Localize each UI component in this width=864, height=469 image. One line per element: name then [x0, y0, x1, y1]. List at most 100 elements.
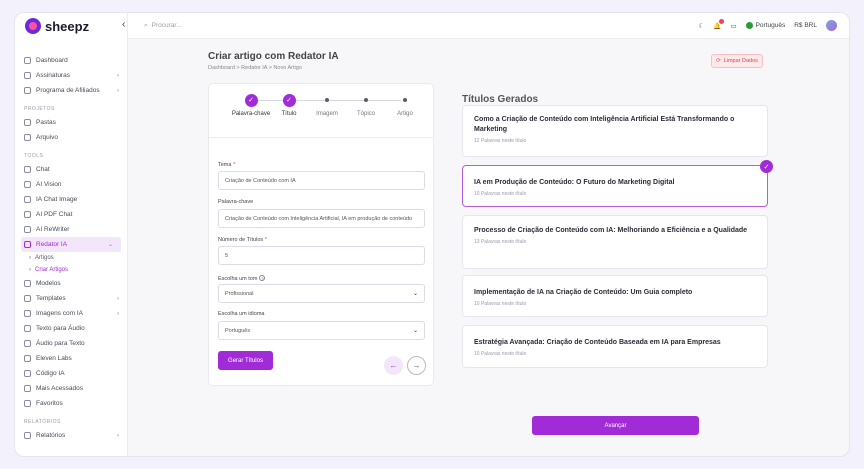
sidebar-item-ai-pdf-chat[interactable]: AI PDF Chat	[15, 207, 127, 222]
sidebar-item-eleven-labs[interactable]: Eleven Labs	[15, 351, 127, 366]
sidebar-item-ia-chat-image[interactable]: IA Chat Image	[15, 192, 127, 207]
sidebar-subitem-criar-artigos[interactable]: › Criar Artigos	[15, 264, 127, 276]
search-icon: ⌕	[144, 21, 148, 29]
numero-titulos-label: Número de Títulos *	[218, 237, 267, 243]
breadcrumb[interactable]: Dashboard > Redator IA > Novo Artigo	[208, 65, 302, 71]
section-tools: TOOLS	[24, 153, 44, 159]
step-topico[interactable]: Tópico	[346, 93, 386, 118]
transcribe-icon	[24, 340, 31, 347]
palavra-chave-label: Palavra-chave	[218, 199, 254, 205]
chevron-down-icon: ⌄	[412, 291, 418, 297]
clear-data-label: Limpar Dados	[723, 58, 758, 64]
notifications-button[interactable]: 🔔	[713, 18, 725, 30]
help-icon[interactable]: ?	[259, 275, 266, 281]
sidebar-item-ai-rewriter[interactable]: AI ReWriter	[15, 222, 127, 237]
title-option-3[interactable]: Processo de Criação de Conteúdo com IA: …	[462, 215, 768, 269]
bell-icon: 🔔	[713, 22, 722, 30]
sidebar-item-label: AI Vision	[36, 181, 62, 188]
sidebar-item-chat[interactable]: Chat	[15, 162, 127, 177]
pdf-icon	[24, 211, 31, 218]
sidebar-item-favoritos[interactable]: Favoritos	[15, 396, 127, 411]
sidebar-subitem-label: Artigos	[35, 255, 54, 261]
language-label: Português	[755, 22, 786, 30]
title-option-2[interactable]: ✓ IA em Produção de Conteúdo: O Futuro d…	[462, 160, 773, 207]
stepper: ✓ Palavra-chave ✓ Título Imagem Tópico A…	[209, 84, 433, 138]
step-titulo[interactable]: ✓ Título	[269, 93, 309, 118]
search-box[interactable]: ⌕ Procurar...	[144, 22, 182, 30]
chevron-right-icon: ›	[117, 72, 119, 79]
logo[interactable]: sheepz	[15, 13, 127, 39]
title-option-4[interactable]: Implementação de IA na Criação de Conteú…	[462, 275, 768, 317]
sidebar-nav: Dashboard Assinaturas › Programa de Afili…	[15, 39, 127, 443]
tom-select[interactable]: Profissional ⌄	[218, 284, 425, 303]
sidebar-item-relatorios[interactable]: Relatórios ›	[15, 428, 127, 443]
sidebar-item-arquivo[interactable]: Arquivo	[15, 130, 127, 145]
tom-label: Escolha um tom?	[218, 275, 266, 282]
palavra-chave-input[interactable]: Criação de Conteúdo com Inteligência Art…	[218, 209, 425, 228]
step-palavra-chave[interactable]: ✓ Palavra-chave	[231, 93, 271, 118]
sidebar-item-codigo-ia[interactable]: Código IA	[15, 366, 127, 381]
folder-icon	[24, 119, 31, 126]
monitor-icon[interactable]: ▭	[730, 22, 736, 30]
numero-label-text: Número de Títulos	[218, 237, 264, 243]
sidebar-item-modelos[interactable]: Modelos	[15, 276, 127, 291]
chevron-right-icon: ›	[117, 432, 119, 439]
article-form-card: ✓ Palavra-chave ✓ Título Imagem Tópico A…	[208, 83, 434, 386]
sidebar-item-assinaturas[interactable]: Assinaturas ›	[15, 68, 127, 83]
moon-icon[interactable]: ☾	[699, 22, 705, 30]
sidebar-item-redator-ia[interactable]: Redator IA ⌄	[21, 237, 121, 252]
generated-titles-heading: Títulos Gerados	[462, 94, 539, 105]
generate-titles-button[interactable]: Gerar Títulos	[218, 351, 273, 370]
avatar[interactable]	[826, 20, 837, 31]
top-right-controls: ☾ 🔔 ▭ Português R$ BRL	[699, 18, 837, 31]
next-step-button[interactable]: →	[407, 356, 426, 375]
title-option-1[interactable]: Como a Criação de Conteúdo com Inteligên…	[462, 105, 768, 157]
language-selector[interactable]: Português	[745, 21, 786, 30]
sidebar-item-ai-vision[interactable]: AI Vision	[15, 177, 127, 192]
archive-icon	[24, 134, 31, 141]
popular-icon	[24, 385, 31, 392]
sidebar-item-dashboard[interactable]: Dashboard	[15, 53, 127, 68]
sidebar-item-templates[interactable]: Templates ›	[15, 291, 127, 306]
title-option-5[interactable]: Estratégia Avançada: Criação de Conteúdo…	[462, 325, 768, 368]
step-artigo[interactable]: Artigo	[385, 93, 425, 118]
rewriter-icon	[24, 226, 31, 233]
currency-selector[interactable]: R$ BRL	[794, 22, 817, 29]
sidebar-item-texto-audio[interactable]: Texto para Áudio	[15, 321, 127, 336]
search-input[interactable]: Procurar...	[152, 22, 182, 29]
sidebar-item-afiliados[interactable]: Programa de Afiliados ›	[15, 83, 127, 98]
sidebar-item-label: Imagens com IA	[36, 310, 83, 317]
prev-step-button[interactable]: ←	[384, 356, 403, 375]
sheepz-logo-icon	[25, 18, 41, 34]
sidebar-subitem-artigos[interactable]: › Artigos	[15, 252, 127, 264]
sidebar-item-audio-texto[interactable]: Áudio para Texto	[15, 336, 127, 351]
title-text: Como a Criação de Conteúdo com Inteligên…	[474, 116, 735, 133]
chevron-right-icon: ›	[117, 295, 119, 302]
brazil-flag-icon	[745, 21, 753, 29]
arrow-right-icon: →	[412, 361, 421, 370]
idioma-label: Escolha um idioma	[218, 311, 265, 317]
vision-icon	[24, 181, 31, 188]
numero-titulos-input[interactable]: 5	[218, 246, 425, 265]
sidebar-item-imagens-ia[interactable]: Imagens com IA ›	[15, 306, 127, 321]
chevron-down-icon: ⌄	[107, 242, 113, 248]
subscription-icon	[24, 72, 31, 79]
clear-data-button[interactable]: ⟳ Limpar Dados	[711, 54, 763, 68]
step-label: Título	[281, 111, 297, 117]
star-icon	[24, 400, 31, 407]
app-frame: sheepz ‹ Dashboard Assinaturas › Programa…	[14, 12, 850, 457]
chevron-right-icon: ›	[117, 310, 119, 317]
image-chat-icon	[24, 196, 31, 203]
sidebar-item-pastas[interactable]: Pastas	[15, 115, 127, 130]
sidebar-item-label: Áudio para Texto	[36, 340, 85, 347]
advance-button[interactable]: Avançar	[532, 416, 699, 435]
audio-icon	[24, 325, 31, 332]
step-imagem[interactable]: Imagem	[307, 93, 347, 118]
collapse-sidebar-icon[interactable]: ‹	[122, 19, 125, 30]
sidebar-item-label: Arquivo	[36, 134, 59, 141]
sidebar-item-mais-acessados[interactable]: Mais Acessados	[15, 381, 127, 396]
tema-input[interactable]: Criação de Conteúdo com IA	[218, 171, 425, 190]
brand-name: sheepz	[45, 18, 90, 34]
templates-icon	[24, 295, 31, 302]
idioma-select[interactable]: Português ⌄	[218, 321, 425, 340]
